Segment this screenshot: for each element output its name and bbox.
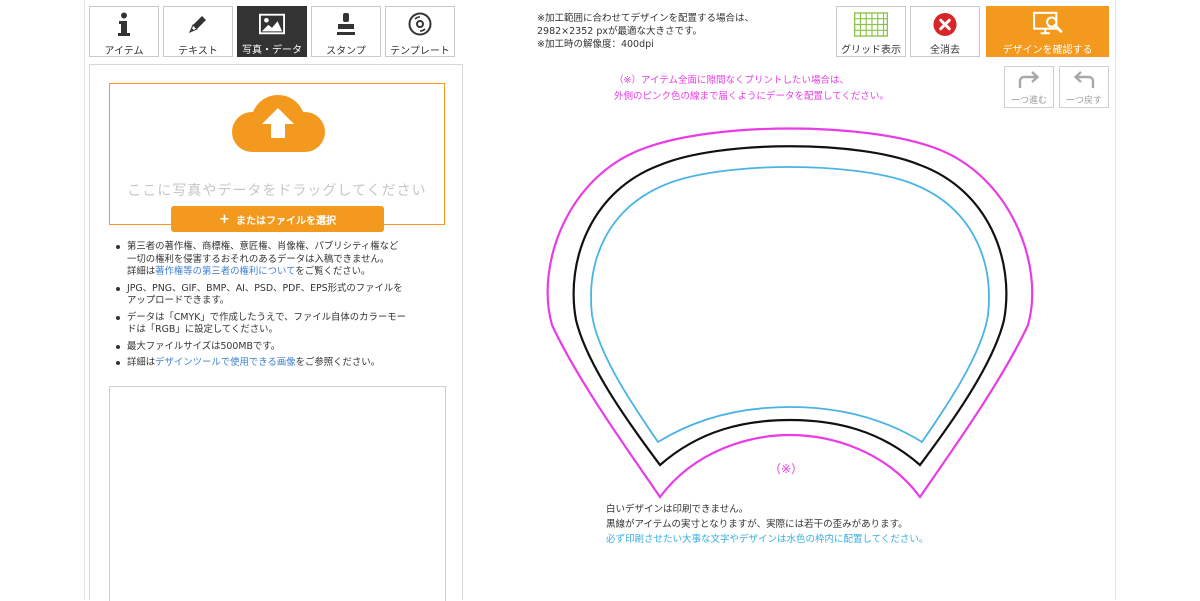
stamp-icon: [333, 12, 359, 36]
bleed-outline: [546, 127, 1034, 499]
confirm-design-button[interactable]: デザインを確認する: [986, 6, 1109, 57]
info-icon: [111, 12, 137, 36]
dropzone-text: ここに写真やデータをドラッグしてください: [127, 183, 427, 199]
tab-text-label: テキスト: [178, 46, 218, 57]
tab-item[interactable]: アイテム: [89, 6, 159, 57]
bleed-note-line: （※）アイテム全面に隙間なくプリントしたい場合は、: [614, 75, 850, 86]
upload-notes: 第三者の著作権、商標権、意匠権、肖像権、パブリシティ権など 一切の権利を侵害する…: [112, 241, 448, 374]
monitor-search-icon: [1032, 11, 1062, 35]
design-canvas[interactable]: [540, 120, 1040, 500]
bleed-note: （※）アイテム全面に隙間なくプリントしたい場合は、 外側のピンク色の線まで届くよ…: [614, 73, 889, 105]
workspace-right-border: [1115, 0, 1116, 600]
upload-panel: ここに写真やデータをドラッグしてください + またはファイルを選択 第三者の著作…: [89, 64, 463, 601]
tool-tabs: アイテム テキスト 写真・データ スタンプ テンプレート: [89, 6, 455, 57]
grid-icon: [853, 12, 889, 37]
workspace-left-border: [84, 0, 85, 600]
image-icon: [259, 12, 285, 35]
plus-icon: +: [219, 211, 230, 227]
undo-icon: [1073, 71, 1095, 88]
note-text: 詳細は: [127, 357, 156, 368]
redo-button[interactable]: 一つ進む: [1004, 66, 1054, 108]
info-line: ※加工時の解像度：400dpi: [537, 39, 654, 50]
usable-images-link[interactable]: デザインツールで使用できる画像: [155, 357, 295, 368]
note-text: 詳細は: [127, 266, 156, 277]
list-item: データは「CMYK」で作成したうえで、ファイル自体のカラーモー ドは「RGB」に…: [112, 312, 448, 337]
redo-icon: [1018, 71, 1040, 88]
list-item: 最大ファイルサイズは500MBです。: [112, 341, 448, 354]
tab-template[interactable]: テンプレート: [385, 6, 455, 57]
tab-photo-data-label: 写真・データ: [242, 45, 302, 56]
upload-dropzone[interactable]: ここに写真やデータをドラッグしてください + またはファイルを選択: [109, 83, 445, 232]
select-file-label: またはファイルを選択: [235, 215, 336, 227]
tab-template-label: テンプレート: [390, 46, 450, 57]
copyright-link[interactable]: 著作権等の第三者の権利について: [155, 266, 295, 277]
note-text: データは「CMYK」で作成したうえで、ファイル自体のカラーモー: [127, 311, 406, 323]
cloud-upload-icon: [232, 95, 325, 152]
bleed-note-line: 外側のピンク色の線まで届くようにデータを配置してください。: [614, 91, 889, 102]
uploaded-images-area[interactable]: [109, 386, 446, 601]
tab-stamp[interactable]: スタンプ: [311, 6, 381, 57]
list-item: 詳細はデザインツールで使用できる画像をご参照ください。: [112, 357, 448, 370]
safe-outline: [590, 166, 990, 444]
note-text: 第三者の著作権、商標権、意匠権、肖像権、パブリシティ権など: [127, 241, 399, 252]
info-line: ※加工範囲に合わせてデザインを配置する場合は、: [537, 13, 754, 24]
clear-all-label: 全消去: [930, 45, 960, 56]
confirm-design-label: デザインを確認する: [1002, 45, 1093, 56]
bleed-mark: （※）: [769, 462, 804, 476]
undo-label: 一つ戻す: [1065, 96, 1102, 106]
processing-info: ※加工範囲に合わせてデザインを配置する場合は、 2982×2352 pxが最適な…: [537, 12, 754, 51]
canvas-note-line: 黒線がアイテムの実寸となりますが、実際には若干の歪みがあります。: [606, 519, 908, 530]
list-item: 第三者の著作権、商標権、意匠権、肖像権、パブリシティ権など 一切の権利を侵害する…: [112, 241, 448, 279]
note-text: をご覧ください。: [295, 266, 371, 277]
canvas-notes: 白いデザインは印刷できません。 黒線がアイテムの実寸となりますが、実際には若干の…: [606, 502, 928, 547]
tab-stamp-label: スタンプ: [326, 46, 366, 57]
pen-icon: [185, 12, 211, 36]
undo-button[interactable]: 一つ戻す: [1059, 66, 1109, 108]
info-line: 2982×2352 pxが最適な大きさです。: [537, 26, 703, 37]
note-text: ドは「RGB」に設定してください。: [127, 324, 278, 335]
close-icon: [933, 12, 957, 37]
note-text: 最大ファイルサイズは500MBです。: [127, 340, 281, 352]
note-text: をご参照ください。: [295, 357, 380, 368]
list-item: JPG、PNG、GIF、BMP、AI、PSD、PDF、EPS形式のファイルを ア…: [112, 283, 448, 308]
note-text: JPG、PNG、GIF、BMP、AI、PSD、PDF、EPS形式のファイルを: [127, 282, 403, 294]
note-text: 一切の権利を侵害するおそれのあるデータは入稿できません。: [127, 253, 390, 265]
tab-photo-data[interactable]: 写真・データ: [237, 6, 307, 57]
tab-text[interactable]: テキスト: [163, 6, 233, 57]
select-file-button[interactable]: + またはファイルを選択: [171, 206, 384, 232]
redo-label: 一つ進む: [1010, 96, 1047, 106]
canvas-note-line: 白いデザインは印刷できません。: [606, 504, 749, 515]
canvas-note-line: 必ず印刷させたい大事な文字やデザインは水色の枠内に配置してください。: [606, 534, 929, 545]
clear-all-button[interactable]: 全消去: [910, 6, 980, 57]
disc-icon: [407, 12, 433, 36]
cut-outline: [572, 145, 1008, 467]
note-text: アップロードできます。: [127, 295, 230, 306]
grid-toggle-label: グリッド表示: [841, 45, 901, 56]
grid-toggle-button[interactable]: グリッド表示: [836, 6, 906, 57]
tab-item-label: アイテム: [104, 46, 144, 57]
